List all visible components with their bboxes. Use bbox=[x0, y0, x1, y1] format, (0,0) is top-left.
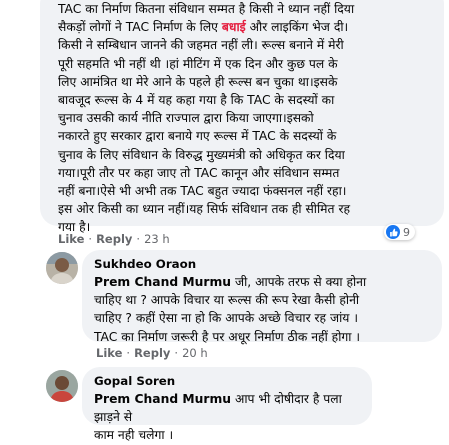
reply-link[interactable]: Reply bbox=[96, 232, 132, 246]
thumbs-up-icon bbox=[386, 225, 400, 239]
reply-link[interactable]: Reply bbox=[134, 346, 170, 360]
main-comment-bubble: TAC का निर्माण कितना संविधान सम्मत है कि… bbox=[40, 0, 444, 234]
main-comment-actions: Like · Reply · 23 h bbox=[58, 232, 170, 246]
main-comment-text: TAC का निर्माण कितना संविधान सम्मत है कि… bbox=[58, 2, 355, 235]
reply-bubble-2: Gopal Soren Prem Chand Murmu आप भी दोषीद… bbox=[82, 367, 372, 442]
reply-text: Prem Chand Murmu जी, आपके तरफ से क्या हो… bbox=[94, 275, 367, 344]
reply-text: Prem Chand Murmu आप भी दोषीदार है पला झा… bbox=[94, 392, 342, 443]
reply-author[interactable]: Sukhdeo Oraon bbox=[94, 257, 430, 271]
avatar-gopal-soren[interactable] bbox=[46, 370, 78, 402]
like-link[interactable]: Like bbox=[58, 232, 84, 246]
reply-bubble-1: Sukhdeo Oraon Prem Chand Murmu जी, आपके … bbox=[82, 250, 442, 344]
highlighted-word: बधाई bbox=[221, 20, 246, 35]
comment-timestamp[interactable]: 23 h bbox=[144, 232, 170, 246]
mention-link[interactable]: Prem Chand Murmu bbox=[94, 275, 231, 289]
reply-author[interactable]: Gopal Soren bbox=[94, 374, 360, 388]
avatar-sukhdeo-oraon[interactable] bbox=[46, 252, 78, 284]
reaction-badge[interactable]: 9 bbox=[384, 224, 415, 240]
comment-timestamp[interactable]: 20 h bbox=[182, 346, 208, 360]
reply-1-actions: Like · Reply · 20 h bbox=[96, 346, 208, 360]
reaction-count: 9 bbox=[403, 225, 410, 239]
mention-link[interactable]: Prem Chand Murmu bbox=[94, 392, 231, 406]
like-link[interactable]: Like bbox=[96, 346, 122, 360]
